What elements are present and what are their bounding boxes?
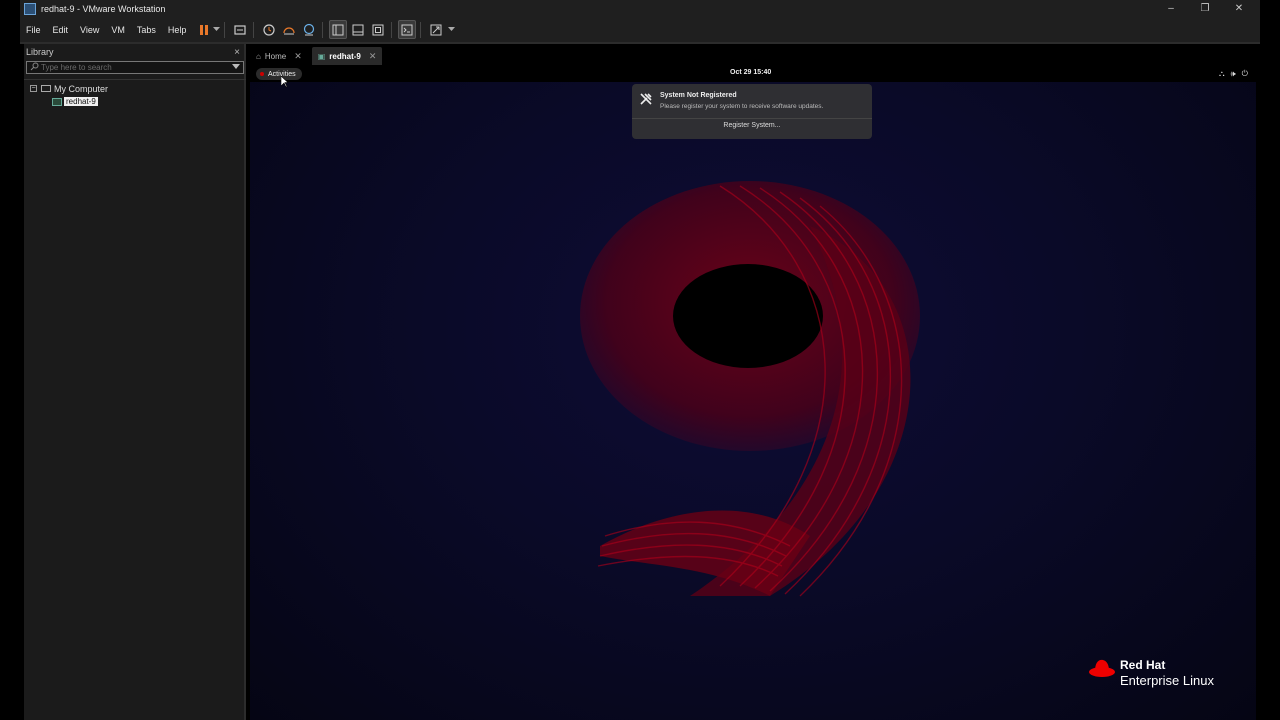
computer-icon xyxy=(41,85,51,92)
pause-icon[interactable] xyxy=(198,20,210,39)
full-screen-icon[interactable] xyxy=(369,20,387,39)
brand-line-1: Red Hat xyxy=(1120,658,1166,672)
mouse-cursor-icon xyxy=(281,76,289,88)
search-input[interactable] xyxy=(41,63,221,72)
toolbar-separator xyxy=(224,21,226,38)
activities-indicator-icon xyxy=(260,72,264,76)
library-divider xyxy=(24,79,246,80)
tab-strip: ⌂ Home ✕ ▣ redhat-9 ✕ xyxy=(250,46,386,66)
brand-line-2: Enterprise Linux xyxy=(1120,673,1214,688)
menu-file[interactable]: File xyxy=(20,25,47,35)
home-icon: ⌂ xyxy=(256,51,261,61)
library-close-icon[interactable]: × xyxy=(234,47,240,58)
tab-redhat-9[interactable]: ▣ redhat-9 ✕ xyxy=(311,47,383,65)
notification-banner[interactable]: System Not Registered Please register yo… xyxy=(632,84,872,139)
tree-item-redhat-9[interactable]: redhat-9 xyxy=(30,95,108,108)
close-button[interactable]: ✕ xyxy=(1222,0,1256,17)
system-tray[interactable]: ⛬ 🕪 ⏻ xyxy=(1219,69,1248,79)
library-panel: Library × − My Computer redhat-9 xyxy=(24,44,246,720)
tab-home[interactable]: ⌂ Home ✕ xyxy=(250,47,308,65)
menu-edit[interactable]: Edit xyxy=(47,25,75,35)
library-title: Library xyxy=(26,47,54,57)
toolbar-separator xyxy=(420,21,422,38)
toolbar-separator xyxy=(253,21,255,38)
vmware-app-icon xyxy=(24,2,36,15)
menu-tabs[interactable]: Tabs xyxy=(131,25,162,35)
register-system-button[interactable]: Register System... xyxy=(632,122,872,129)
thumbnail-bar-icon[interactable] xyxy=(349,20,367,39)
collapse-icon[interactable]: − xyxy=(30,85,37,92)
notification-title: System Not Registered xyxy=(660,92,737,99)
clock[interactable]: Oct 29 15:40 xyxy=(730,69,771,76)
activities-button[interactable]: Activities xyxy=(256,68,302,80)
restore-button[interactable]: ❐ xyxy=(1188,0,1222,17)
vm-console[interactable]: Activities Oct 29 15:40 ⛬ 🕪 ⏻ System Not… xyxy=(250,66,1256,720)
vm-icon: ▣ xyxy=(317,51,326,61)
volume-icon[interactable]: 🕪 xyxy=(1231,69,1236,79)
wrench-screwdriver-icon xyxy=(639,92,653,111)
gnome-top-bar: Activities Oct 29 15:40 ⛬ 🕪 ⏻ xyxy=(250,66,1256,82)
library-tree: − My Computer redhat-9 xyxy=(30,82,108,108)
library-header: Library × xyxy=(24,44,244,60)
search-icon xyxy=(27,62,41,73)
tree-label-my-computer: My Computer xyxy=(54,83,109,94)
menu-view[interactable]: View xyxy=(74,25,105,35)
show-library-icon[interactable] xyxy=(329,20,348,39)
rhel-9-wallpaper xyxy=(580,181,920,597)
console-view-icon[interactable] xyxy=(398,20,417,39)
menu-vm[interactable]: VM xyxy=(105,25,131,35)
menu-toolbar: File Edit View VM Tabs Help xyxy=(20,17,1260,42)
tab-home-close-icon[interactable]: ✕ xyxy=(294,51,302,62)
red-hat-fedora-icon xyxy=(1089,659,1115,677)
power-icon[interactable]: ⏻ xyxy=(1242,69,1248,79)
menu-help[interactable]: Help xyxy=(162,25,193,35)
window-title: redhat-9 - VMware Workstation xyxy=(41,3,166,14)
notification-body: Please register your system to receive s… xyxy=(660,103,824,110)
notification-divider xyxy=(632,118,872,119)
tab-home-label: Home xyxy=(264,51,287,61)
title-bar: redhat-9 - VMware Workstation – ❐ ✕ xyxy=(20,0,1260,17)
toolbar-separator xyxy=(391,21,393,38)
revert-snapshot-icon[interactable] xyxy=(280,20,298,39)
library-search[interactable] xyxy=(26,61,244,74)
tree-label-redhat-9: redhat-9 xyxy=(64,97,98,106)
network-icon[interactable]: ⛬ xyxy=(1219,69,1225,79)
toolbar-separator xyxy=(322,21,324,38)
minimize-button[interactable]: – xyxy=(1154,0,1188,17)
tab-redhat-9-label: redhat-9 xyxy=(329,51,361,61)
snapshot-manager-icon[interactable] xyxy=(300,20,318,39)
stretch-guest-icon[interactable] xyxy=(427,20,445,39)
vm-icon xyxy=(52,97,62,106)
tab-redhat-9-close-icon[interactable]: ✕ xyxy=(369,51,377,62)
send-ctrl-alt-del-icon[interactable] xyxy=(231,20,249,39)
tree-item-my-computer[interactable]: − My Computer xyxy=(30,82,108,95)
dropdown-arrow-icon[interactable] xyxy=(447,20,455,39)
dropdown-arrow-icon[interactable] xyxy=(212,20,220,39)
search-dropdown-icon[interactable] xyxy=(232,64,240,69)
snapshot-icon[interactable] xyxy=(260,20,278,39)
